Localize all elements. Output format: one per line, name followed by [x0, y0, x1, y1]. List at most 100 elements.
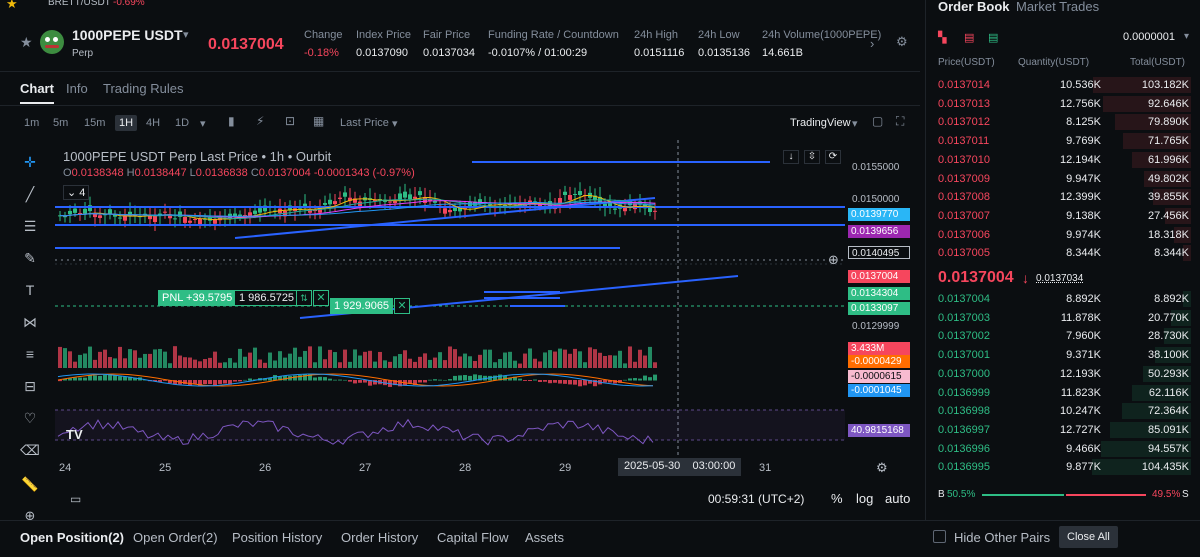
order-book-row[interactable]: 0.0137002 7.960K 28.730K	[936, 327, 1191, 345]
row-price: 0.0137008	[938, 191, 990, 204]
candle-body	[68, 210, 72, 215]
view-bids-icon[interactable]: ▤	[988, 31, 998, 44]
tab-open-position[interactable]: Open Position(2)	[20, 530, 124, 545]
candle-body	[408, 194, 412, 200]
order-book-row[interactable]: 0.0137005 8.344K 8.344K	[936, 244, 1191, 262]
close-all-button[interactable]: Close All	[1059, 526, 1118, 548]
volume-bar	[193, 359, 197, 368]
tab-info[interactable]: Info	[66, 81, 88, 96]
volume-bar	[538, 361, 542, 368]
order-book-row[interactable]: 0.0137012 8.125K 79.890K	[936, 113, 1191, 131]
volume-bar	[448, 346, 452, 368]
macd-bar	[273, 375, 277, 381]
pnl-label[interactable]: PNL +39.5795	[158, 290, 237, 306]
tf-5m[interactable]: 5m	[53, 117, 68, 129]
hide-pairs-checkbox[interactable]	[933, 530, 946, 543]
order-book-row[interactable]: 0.0137006 9.974K 18.318K	[936, 226, 1191, 244]
order-book-row[interactable]: 0.0137001 9.371K 38.100K	[936, 346, 1191, 364]
order-book-row[interactable]: 0.0136999 11.823K 62.116K	[936, 384, 1191, 402]
order-book-row[interactable]: 0.0137013 12.756K 92.646K	[936, 95, 1191, 113]
gear-icon[interactable]: ⚙	[876, 460, 888, 476]
order-book-row[interactable]: 0.0137008 12.399K 39.855K	[936, 188, 1191, 206]
star-icon[interactable]: ★	[20, 34, 33, 51]
volume-bar	[243, 356, 247, 368]
stat-label: Index Price	[356, 29, 412, 41]
order-book-row[interactable]: 0.0137004 8.892K 8.892K	[936, 290, 1191, 308]
close-icon[interactable]: ✕	[313, 290, 329, 306]
candle-body	[188, 220, 192, 223]
chevron-down-icon[interactable]: ▾	[392, 117, 398, 130]
close-icon[interactable]: ✕	[394, 298, 410, 314]
order-book-row[interactable]: 0.0137010 12.194K 61.996K	[936, 151, 1191, 169]
log-scale[interactable]: log	[856, 491, 873, 506]
tradingview-toggle[interactable]: TradingView	[790, 117, 851, 129]
tf-15m[interactable]: 15m	[84, 117, 105, 129]
tab-order-history[interactable]: Order History	[341, 530, 418, 545]
chevron-down-icon[interactable]: ▾	[183, 28, 189, 41]
indicator-toggle[interactable]: ⌄ 4	[63, 185, 89, 200]
settings-icon[interactable]: ⚙	[896, 34, 908, 50]
auto-scale[interactable]: auto	[885, 491, 910, 506]
tf-1m[interactable]: 1m	[24, 117, 39, 129]
order-book-row[interactable]: 0.0137014 10.536K 103.182K	[936, 76, 1191, 94]
order-book-row[interactable]: 0.0137009 9.947K 49.802K	[936, 170, 1191, 188]
tab-market-trades[interactable]: Market Trades	[1016, 0, 1099, 14]
screenshot-icon[interactable]: ▢	[872, 114, 883, 128]
percent-scale[interactable]: %	[831, 491, 843, 506]
order-book-row[interactable]: 0.0137003 11.878K 20.770K	[936, 309, 1191, 327]
tab-open-order[interactable]: Open Order(2)	[133, 530, 218, 545]
chevron-down-icon[interactable]: ▾	[1184, 31, 1189, 42]
tab-assets[interactable]: Assets	[525, 530, 564, 545]
refresh-icon[interactable]: ⟳	[825, 150, 841, 164]
chevron-down-icon[interactable]: ▾	[852, 117, 858, 130]
price-tag: -0.0000429	[848, 355, 910, 368]
row-price: 0.0137006	[938, 228, 990, 241]
tf-1d[interactable]: 1D	[175, 117, 189, 129]
clock-readout: 00:59:31 (UTC+2)	[708, 492, 805, 506]
order-book-row[interactable]: 0.0137007 9.138K 27.456K	[936, 207, 1191, 225]
order-book-row[interactable]: 0.0137011 9.769K 71.765K	[936, 132, 1191, 150]
row-total: 20.770K	[1148, 311, 1189, 324]
order-book-row[interactable]: 0.0136998 10.247K 72.364K	[936, 402, 1191, 420]
tf-4h[interactable]: 4H	[146, 117, 160, 129]
view-both-icon[interactable]: ▚	[938, 31, 946, 44]
order-book-row[interactable]: 0.0136996 9.466K 94.557K	[936, 440, 1191, 458]
arrow-down-icon[interactable]: ↓	[783, 150, 799, 164]
view-asks-icon[interactable]: ▤	[964, 31, 974, 44]
tab-capital-flow[interactable]: Capital Flow	[437, 530, 509, 545]
symbol-name[interactable]: 1000PEPE USDT	[72, 27, 183, 43]
volume-bar	[438, 352, 442, 368]
row-price: 0.0137011	[938, 135, 990, 148]
reverse-icon[interactable]: ⇅	[296, 290, 312, 306]
chevron-right-icon[interactable]: ›	[870, 36, 874, 51]
volume-bar	[348, 361, 352, 368]
star-icon[interactable]: ★	[6, 0, 18, 12]
tab-trading-rules[interactable]: Trading Rules	[103, 81, 183, 96]
price-mode-select[interactable]: Last Price	[340, 117, 389, 129]
order-book-row[interactable]: 0.0136995 9.877K 104.435K	[936, 458, 1191, 476]
order-book-row[interactable]: 0.0136997 12.727K 85.091K	[936, 421, 1191, 439]
macd-bar	[313, 377, 317, 381]
tab-position-history[interactable]: Position History	[232, 530, 322, 545]
chevron-down-icon[interactable]: ▾	[200, 117, 206, 130]
layout-icon[interactable]: ▦	[313, 114, 324, 128]
macd-bar	[623, 379, 627, 381]
fullscreen-icon[interactable]: ⛶	[896, 114, 904, 129]
add-alert-icon[interactable]: ⊕	[828, 252, 839, 268]
collapse-icon[interactable]: ⇳	[804, 150, 820, 164]
order-book-row[interactable]: 0.0137000 12.193K 50.293K	[936, 365, 1191, 383]
tf-1h[interactable]: 1H	[115, 115, 138, 131]
candle-body	[388, 201, 392, 203]
candle-type-icon[interactable]: ▮	[228, 114, 235, 128]
candle-body	[93, 214, 97, 218]
template-icon[interactable]: ⊡	[285, 114, 295, 128]
tab-order-book[interactable]: Order Book	[938, 0, 1010, 14]
volume-bar	[313, 362, 317, 368]
precision-select[interactable]: 0.0000001	[1123, 31, 1175, 43]
indicators-icon[interactable]: ⚡	[256, 114, 264, 128]
calendar-icon[interactable]: ▭	[70, 492, 81, 506]
tab-chart[interactable]: Chart	[20, 81, 54, 104]
volume-bar	[293, 347, 297, 368]
row-quantity: 11.878K	[1060, 311, 1101, 324]
ticker-pair[interactable]: BRETT/USDT	[48, 0, 111, 8]
